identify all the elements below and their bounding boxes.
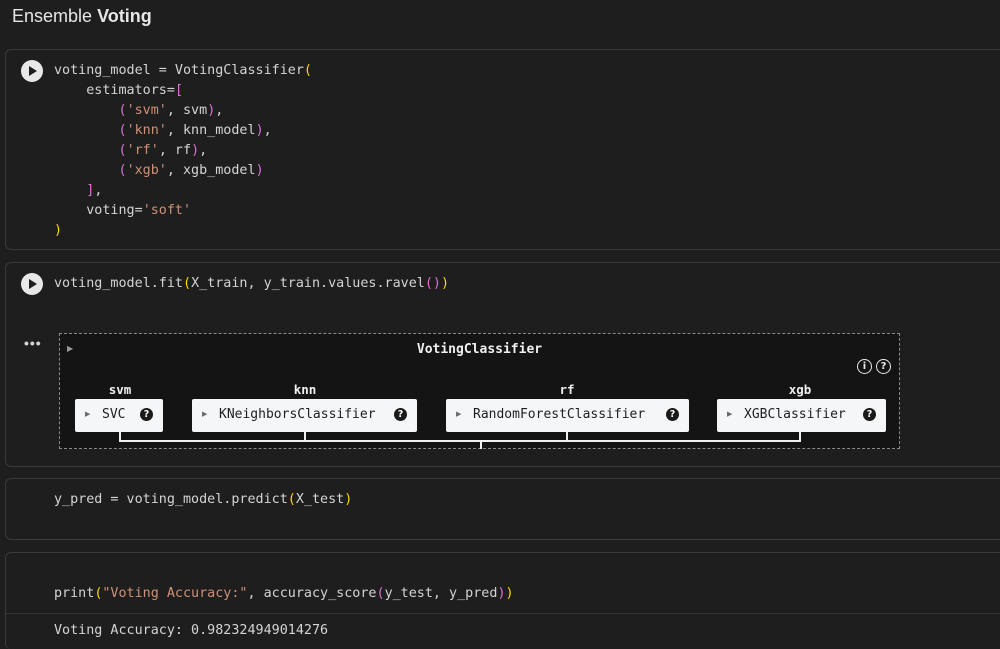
help-icon[interactable]: ?: [666, 408, 679, 421]
estimator-xgb[interactable]: ▶ XGBClassifier ?: [717, 399, 886, 432]
estimator-label-knn: knn: [293, 382, 317, 397]
code-line: ): [54, 223, 63, 238]
help-icon[interactable]: ?: [863, 408, 876, 421]
connector-line: [119, 432, 121, 440]
info-icon[interactable]: i: [857, 359, 872, 375]
help-icon[interactable]: ?: [394, 408, 407, 421]
expand-caret-icon: ▶: [727, 411, 733, 418]
play-icon: [29, 66, 37, 76]
expand-caret-icon: ▶: [456, 411, 462, 418]
connector-line: [480, 440, 482, 449]
code-line: ('rf', rf),: [118, 143, 208, 158]
output-menu-icon[interactable]: •••: [24, 335, 42, 351]
code-cell-3[interactable]: y_pred = voting_model.predict(X_test): [5, 478, 1000, 540]
estimator-name: RandomForestClassifier: [473, 407, 646, 422]
expand-caret-icon: ▶: [85, 411, 91, 418]
code-editor[interactable]: voting_model = VotingClassifier( estimat…: [54, 61, 312, 241]
code-cell-2[interactable]: voting_model.fit(X_train, y_train.values…: [5, 262, 1000, 467]
section-heading: Ensemble Voting: [12, 4, 152, 28]
play-icon: [29, 279, 37, 289]
code-editor[interactable]: print("Voting Accuracy:", accuracy_score…: [54, 584, 514, 604]
estimator-svc[interactable]: ▶ SVC ?: [75, 399, 163, 432]
connector-line: [304, 432, 306, 440]
code-line: ('knn', knn_model),: [118, 123, 272, 138]
diagram-info-icons: i?: [853, 358, 891, 376]
code-line: ('xgb', xgb_model): [118, 163, 264, 178]
estimator-name: KNeighborsClassifier: [219, 407, 376, 422]
expand-caret-icon: ▶: [202, 411, 208, 418]
estimator-label-xgb: xgb: [788, 382, 812, 397]
code-line: estimators=[: [54, 83, 183, 98]
code-line: ],: [86, 183, 103, 198]
estimator-kneighbors[interactable]: ▶ KNeighborsClassifier ?: [192, 399, 417, 432]
code-cell-1[interactable]: voting_model = VotingClassifier( estimat…: [5, 49, 1000, 250]
estimator-randomforest[interactable]: ▶ RandomForestClassifier ?: [446, 399, 689, 432]
run-cell-button[interactable]: [21, 60, 43, 82]
run-cell-button[interactable]: [21, 273, 43, 295]
help-icon[interactable]: ?: [876, 359, 891, 375]
heading-prefix: Ensemble: [12, 6, 93, 26]
connector-line: [799, 432, 801, 440]
estimator-label-rf: rf: [559, 382, 575, 397]
estimator-label-svm: svm: [108, 382, 132, 397]
code-line: ('svm', svm),: [118, 103, 224, 118]
code-line: voting='soft': [54, 203, 192, 218]
code-line: voting_model = VotingClassifier(: [54, 63, 312, 78]
estimator-name: XGBClassifier: [744, 407, 846, 422]
code-editor[interactable]: y_pred = voting_model.predict(X_test): [54, 490, 352, 510]
estimator-name: SVC: [102, 407, 126, 422]
code-editor[interactable]: voting_model.fit(X_train, y_train.values…: [54, 274, 449, 294]
connector-line: [119, 440, 801, 442]
help-icon[interactable]: ?: [140, 408, 153, 421]
code-cell-4[interactable]: print("Voting Accuracy:", accuracy_score…: [5, 552, 1000, 649]
heading-bold: Voting: [97, 6, 152, 26]
connector-line: [566, 432, 568, 440]
cell-output: Voting Accuracy: 0.982324949014276: [54, 623, 329, 638]
voting-classifier-diagram: ▶ VotingClassifier i? svm ▶ SVC ? knn ▶ …: [59, 333, 900, 449]
output-divider: [6, 613, 1000, 614]
diagram-title[interactable]: VotingClassifier: [60, 342, 899, 357]
